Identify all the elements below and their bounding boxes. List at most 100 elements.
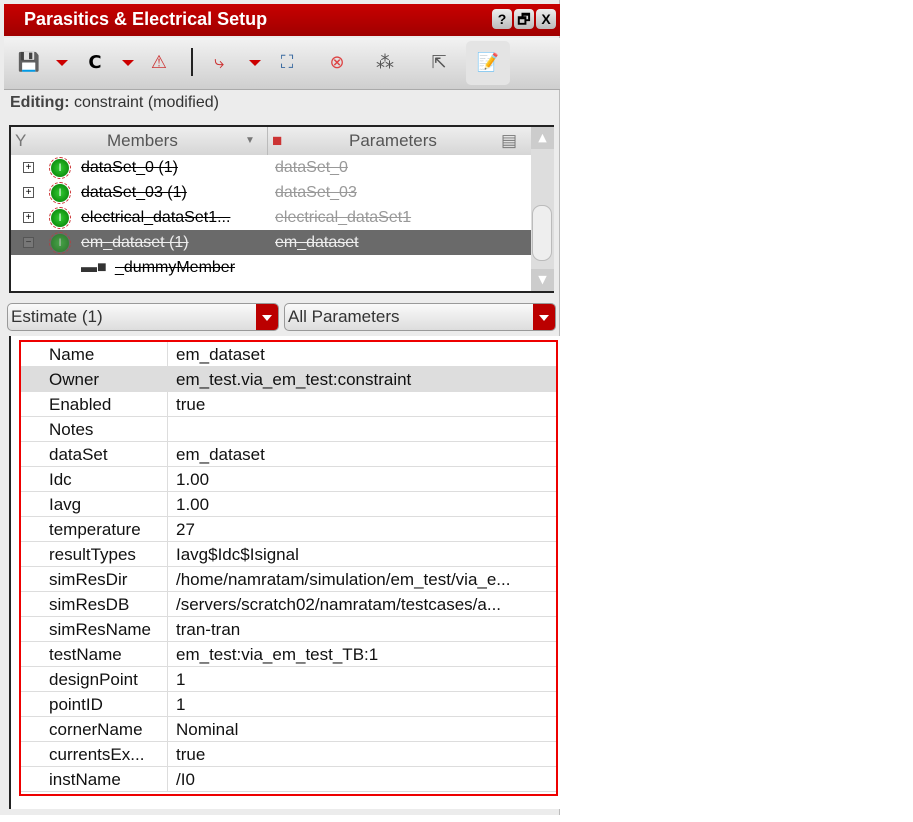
editing-value: constraint (modified) (74, 94, 219, 111)
property-value[interactable]: em_test.via_em_test:constraint (167, 367, 411, 392)
scroll-down-icon[interactable]: ▼ (531, 269, 554, 291)
scroll-thumb[interactable] (532, 205, 552, 261)
parameter-name: em_dataset (275, 234, 359, 251)
property-name: cornerName (49, 720, 143, 739)
property-row[interactable]: Iavg 1.00 (21, 492, 556, 517)
property-value[interactable]: Iavg$Idc$Isignal (167, 542, 299, 567)
constraint-button[interactable]: C (80, 48, 110, 78)
parasitics-window: Parasitics & Electrical Setup ? 🗗 X 💾 C … (0, 0, 560, 815)
property-row[interactable]: cornerName Nominal (21, 717, 556, 742)
parameters-filter-value: All Parameters (288, 307, 400, 326)
estimate-dropdown[interactable]: Estimate (1) (7, 303, 279, 331)
editing-label: Editing: (10, 94, 70, 111)
property-row[interactable]: Notes (21, 417, 556, 442)
warning-icon[interactable]: ⚠ (144, 48, 174, 78)
property-value[interactable]: 27 (167, 517, 195, 542)
property-value[interactable]: true (167, 742, 205, 767)
property-value[interactable]: em_dataset (167, 442, 265, 467)
property-row[interactable]: Name em_dataset (21, 342, 556, 367)
property-row[interactable]: testName em_test:via_em_test_TB:1 (21, 642, 556, 667)
property-name: Owner (49, 370, 100, 389)
property-row[interactable]: Enabled true (21, 392, 556, 417)
title-bar: Parasitics & Electrical Setup ? 🗗 X (4, 4, 560, 36)
members-column-header[interactable]: Members (107, 127, 178, 155)
property-name: Enabled (49, 395, 112, 414)
chevron-down-icon[interactable] (533, 304, 555, 330)
property-value[interactable]: /home/namratam/simulation/em_test/via_e.… (167, 567, 510, 592)
tree-scrollbar[interactable]: ▲ ▼ (531, 127, 554, 291)
property-name: resultTypes (49, 545, 136, 564)
column-config-icon[interactable]: ▤ (501, 127, 517, 155)
hierarchy-dropdown-arrow[interactable] (249, 60, 261, 66)
property-value[interactable]: tran-tran (167, 617, 240, 642)
member-name: em_dataset (1) (81, 234, 189, 251)
highlight-box: Name em_dataset Owner em_test.via_em_test:c… (19, 340, 558, 796)
member-name: dataSet_0 (1) (81, 159, 178, 176)
expand-icon[interactable]: + (23, 187, 34, 198)
parameters-column-header[interactable]: Parameters (349, 127, 437, 155)
property-value[interactable]: Nominal (167, 717, 238, 742)
property-value[interactable] (167, 417, 176, 442)
property-row[interactable]: pointID 1 (21, 692, 556, 717)
delete-icon[interactable]: ⊗ (322, 48, 352, 78)
property-row[interactable]: Idc 1.00 (21, 467, 556, 492)
select-tree-icon[interactable]: ⁂ (370, 48, 400, 78)
parameters-filter-dropdown[interactable]: All Parameters (284, 303, 556, 331)
tree-child-row[interactable]: ▬■ _dummyMember (11, 255, 531, 280)
property-name: Notes (49, 420, 94, 439)
help-button[interactable]: ? (492, 9, 512, 29)
property-value[interactable]: true (167, 392, 205, 417)
fit-icon[interactable]: ⛶ (272, 48, 302, 78)
tree-row-selected[interactable]: − I em_dataset (1) em_dataset (11, 230, 531, 255)
property-name: simResDB (49, 595, 130, 614)
item-icon: I (49, 157, 71, 179)
property-row[interactable]: simResDB/servers/scratch02/namratam/test… (21, 592, 556, 617)
property-row[interactable]: dataSet em_dataset (21, 442, 556, 467)
parameter-name: dataSet_0 (275, 159, 348, 176)
members-tree: Y Members ▼ ■ Parameters ▤ + I dataSet_0… (9, 125, 554, 293)
property-value[interactable]: em_test:via_em_test_TB:1 (167, 642, 378, 667)
restore-button[interactable]: 🗗 (514, 9, 534, 29)
select-pointer-icon[interactable]: ⇱ (424, 48, 454, 78)
hierarchy-icon[interactable]: ⤷ (204, 48, 234, 78)
property-value[interactable]: 1 (167, 692, 185, 717)
property-value[interactable]: 1.00 (167, 492, 209, 517)
properties-table: Name em_dataset Owner em_test.via_em_test:c… (9, 336, 560, 809)
property-value[interactable]: /servers/scratch02/namratam/testcases/a.… (167, 592, 501, 617)
property-value[interactable]: em_dataset (167, 342, 265, 367)
toolbar-separator (191, 48, 193, 76)
property-name: pointID (49, 695, 103, 714)
collapse-icon[interactable]: − (23, 237, 34, 248)
property-name: Iavg (49, 495, 82, 514)
filter-icon[interactable]: Y (15, 127, 26, 155)
property-value[interactable]: /I0 (167, 767, 195, 792)
property-row[interactable]: resultTypes Iavg$Idc$Isignal (21, 542, 556, 567)
property-row[interactable]: temperature 27 (21, 517, 556, 542)
item-icon: I (49, 207, 71, 229)
property-row[interactable]: Owner em_test.via_em_test:constraint (21, 367, 556, 392)
property-row[interactable]: simResName tran-tran (21, 617, 556, 642)
property-row[interactable]: simResDir/home/namratam/simulation/em_te… (21, 567, 556, 592)
property-row[interactable]: currentsEx... true (21, 742, 556, 767)
save-dropdown-arrow[interactable] (56, 60, 68, 66)
tree-row[interactable]: + I electrical_dataSet1... electrical_da… (11, 205, 531, 230)
item-icon: I (49, 182, 71, 204)
chevron-down-icon[interactable] (256, 304, 278, 330)
property-row[interactable]: designPoint 1 (21, 667, 556, 692)
member-plug-icon: ▬■ (81, 259, 107, 276)
property-value[interactable]: 1 (167, 667, 185, 692)
save-icon[interactable]: 💾 (14, 48, 44, 78)
property-row[interactable]: instName/I0 (21, 767, 556, 792)
expand-icon[interactable]: + (23, 212, 34, 223)
close-button[interactable]: X (536, 9, 556, 29)
expand-icon[interactable]: + (23, 162, 34, 173)
property-name: currentsEx... (49, 745, 145, 764)
property-value[interactable]: 1.00 (167, 467, 209, 492)
property-name: simResDir (49, 570, 128, 589)
tree-row[interactable]: + I dataSet_03 (1) dataSet_03 (11, 180, 531, 205)
edit-icon[interactable]: 📝 (466, 41, 510, 85)
parameters-cubes-icon: ■ (267, 127, 282, 155)
scroll-up-icon[interactable]: ▲ (531, 127, 554, 149)
tree-row[interactable]: + I dataSet_0 (1) dataSet_0 (11, 155, 531, 180)
constraint-dropdown-arrow[interactable] (122, 60, 134, 66)
